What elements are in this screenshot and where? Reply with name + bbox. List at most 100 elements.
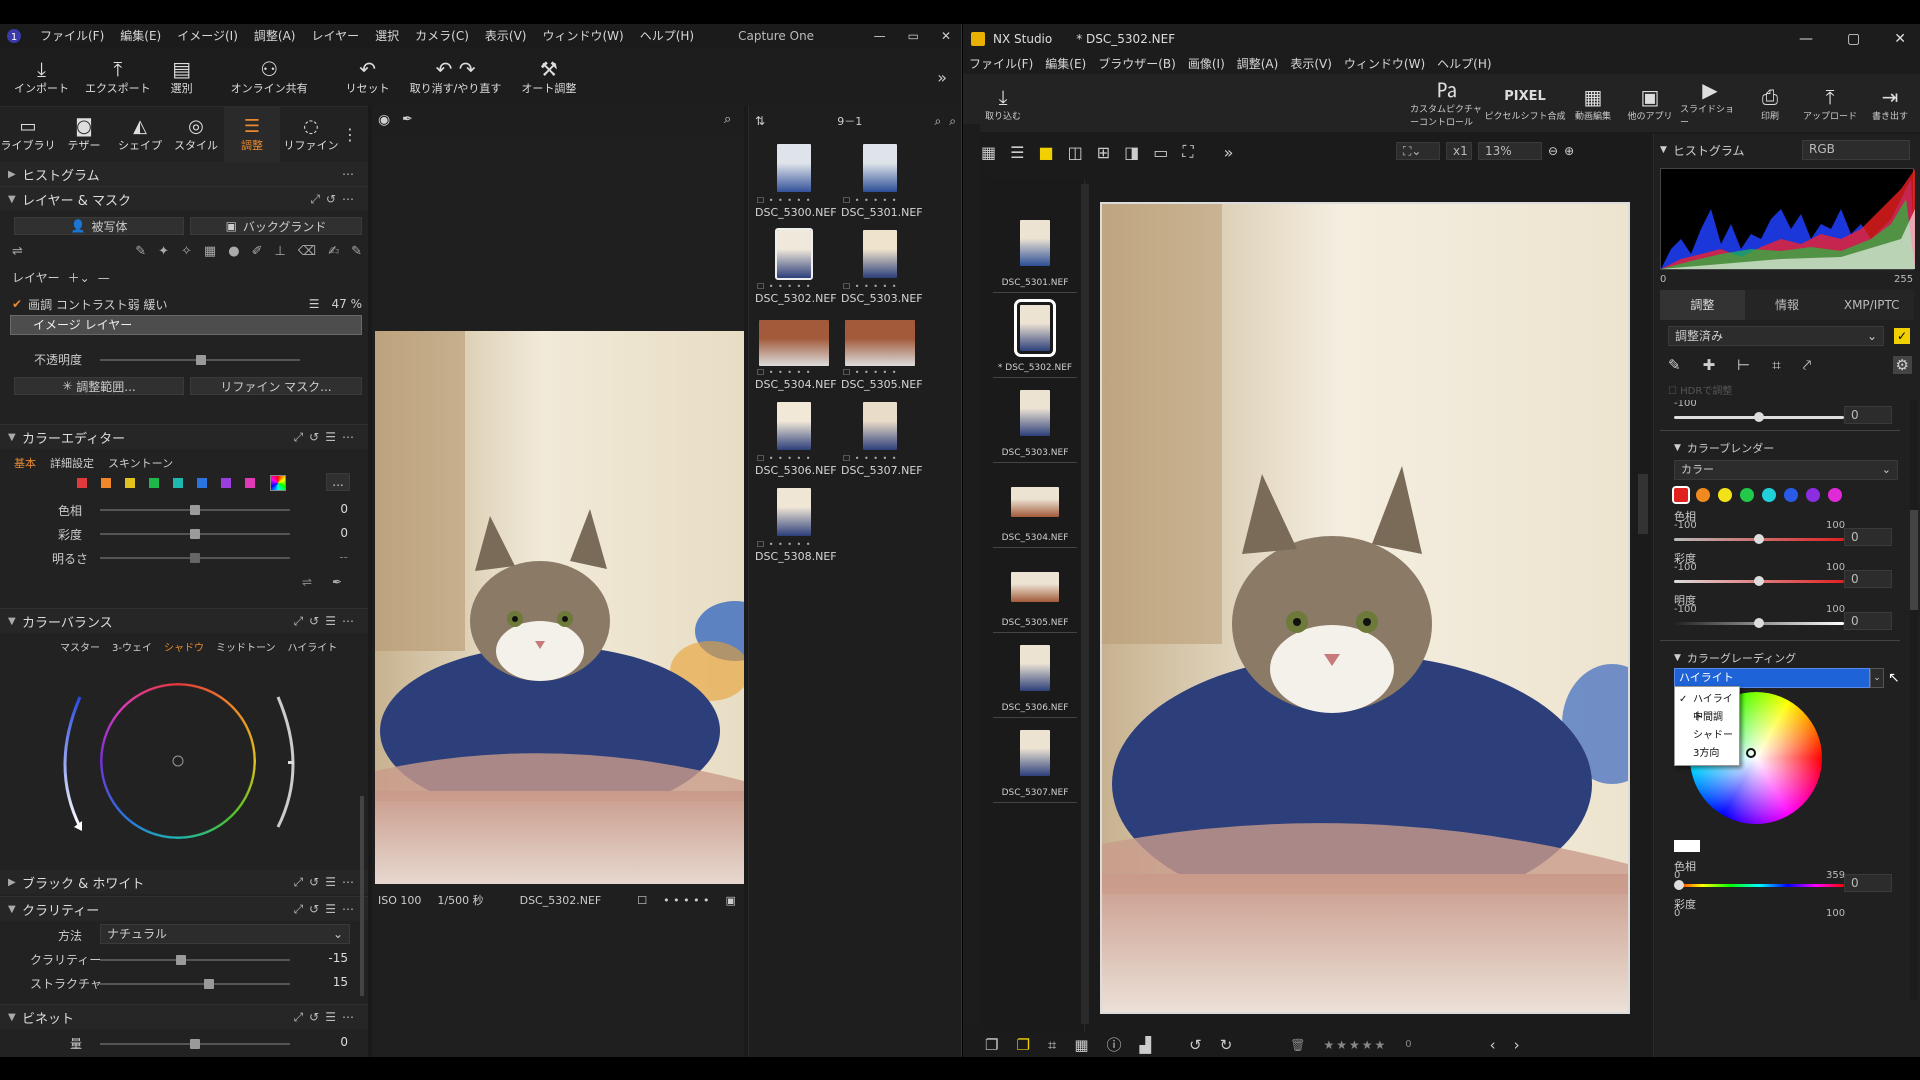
perspective-icon[interactable]: ⤤	[1803, 356, 1811, 374]
blender-hue-slider[interactable]	[1674, 534, 1844, 544]
color-wheel[interactable]	[60, 667, 300, 867]
right-collapse-handle[interactable]	[1638, 474, 1648, 534]
expand-toolbar-icon[interactable]: »	[1224, 143, 1234, 162]
filmstrip-item[interactable]: DSC_5306.NEF	[985, 637, 1085, 722]
cull-button[interactable]: ▤ 選別	[161, 48, 203, 106]
thumbnail-image[interactable]	[863, 402, 897, 450]
color-swatch[interactable]	[124, 477, 136, 489]
hue-slider[interactable]	[100, 505, 290, 515]
hdr-checkbox[interactable]: ☐ HDRで調整	[1668, 382, 1732, 397]
tab-style[interactable]: ◎ スタイル	[168, 107, 224, 163]
saturation-knob[interactable]	[190, 529, 200, 539]
multi-view-icon[interactable]: ⊞	[1097, 143, 1110, 162]
thumbnail-cell[interactable]: ☐ • • • • • DSC_5308.NEF	[755, 486, 841, 572]
top-slider[interactable]	[1674, 412, 1844, 422]
filter-search-icon[interactable]: ⌕	[935, 114, 942, 129]
thumbnail-image[interactable]	[777, 144, 811, 192]
blender-color-dot[interactable]	[1672, 486, 1690, 504]
filmstrip-item[interactable]: DSC_5303.NEF	[985, 382, 1085, 467]
retouch-brush-icon[interactable]: ✎	[1668, 356, 1681, 374]
clarity-value[interactable]: -15	[300, 951, 348, 965]
adjust-icon[interactable]: ⇌	[12, 244, 23, 259]
nx-minimize-icon[interactable]: —	[1799, 31, 1813, 47]
panel-tools-icon[interactable]: ⤢↺⋯	[310, 192, 360, 207]
thumbnail-cell[interactable]: ☐ • • • • • DSC_5307.NEF	[841, 400, 927, 486]
color-picker-icon[interactable]: ✒	[332, 575, 342, 589]
sort-icon[interactable]: ⇅	[755, 114, 765, 128]
fit-button[interactable]: ⛶⌄	[1396, 142, 1440, 160]
c1-menu-camera[interactable]: カメラ(C)	[407, 24, 477, 48]
lightness-value[interactable]: --	[300, 550, 348, 564]
color-swatch[interactable]	[196, 477, 208, 489]
eraser-icon[interactable]: ⌫	[298, 244, 316, 259]
tab-highlight[interactable]: ハイライト	[287, 639, 337, 654]
adjust-icon[interactable]: ⇌	[302, 575, 312, 589]
wheel-handle[interactable]	[1746, 748, 1756, 758]
auto-adjust-button[interactable]: ⚒ オート調整	[511, 48, 586, 106]
color-swatch[interactable]	[244, 477, 256, 489]
vignette-value[interactable]: 0	[300, 1035, 348, 1049]
other-apps-button[interactable]: ▣ 他のアプリ	[1620, 74, 1680, 132]
tab-library[interactable]: ▭ ライブラリ	[0, 107, 56, 163]
vignette-knob[interactable]	[190, 1039, 200, 1049]
trash-icon[interactable]: 🗑	[1290, 1038, 1305, 1052]
export-button[interactable]: ⇥ 書き出す	[1860, 74, 1920, 132]
zoom-out-icon[interactable]: ⊖	[1548, 144, 1558, 158]
single-view-icon[interactable]: ■	[1038, 143, 1053, 162]
stack-icon[interactable]: ❐	[985, 1036, 998, 1054]
blender-bright-slider[interactable]	[1674, 618, 1844, 628]
tab-skintone[interactable]: スキントーン	[108, 455, 173, 471]
blender-sat-slider[interactable]	[1674, 576, 1844, 586]
refine-mask-button[interactable]: リファイン マスク...	[190, 377, 362, 395]
color-editor-header[interactable]: ▼ カラーエディター ⤢↺☰⋯	[0, 425, 368, 449]
export-button[interactable]: ⤒ エクスポート	[75, 48, 161, 106]
close-icon[interactable]: ✕	[941, 29, 951, 43]
blender-color-dot[interactable]	[1696, 488, 1710, 502]
option-highlight[interactable]: ✓ ハイライト	[1675, 691, 1741, 723]
color-tag-icon[interactable]: ▣	[726, 894, 736, 907]
nx-menu-browser[interactable]: ブラウザー(B)	[1092, 54, 1182, 74]
blender-color-dot[interactable]	[1718, 488, 1732, 502]
nx-menu-help[interactable]: ヘルプ(H)	[1431, 54, 1497, 74]
checkbox-checked-icon[interactable]: ✔	[12, 297, 22, 311]
zoom-x1[interactable]: x1	[1446, 142, 1472, 160]
thumbnail-image[interactable]	[775, 228, 813, 280]
tab-info[interactable]: 情報	[1744, 290, 1830, 320]
reset-button[interactable]: ↶ リセット	[336, 48, 400, 106]
filmstrip-item[interactable]: DSC_5304.NEF	[985, 467, 1085, 552]
thumbnail-image[interactable]	[777, 402, 811, 450]
nx-close-icon[interactable]: ✕	[1894, 31, 1906, 47]
panel-tools-icon[interactable]: ⤢↺☰⋯	[294, 430, 360, 445]
zoom-in-icon[interactable]: ⊕	[1564, 144, 1574, 158]
zoom-icon[interactable]: ⌕	[724, 112, 731, 127]
select-icon[interactable]: ❐	[1016, 1036, 1029, 1054]
maximize-icon[interactable]: ▭	[908, 29, 919, 43]
thumbnail-rating[interactable]: ☐ • • • • •	[843, 368, 897, 377]
more-icon[interactable]: ⋯	[342, 167, 360, 181]
brush-icon[interactable]: ✎	[135, 244, 146, 259]
thumbnail-rating[interactable]: ☐ • • • • •	[843, 196, 897, 205]
more-vertical-icon[interactable]: ⋮	[342, 125, 368, 144]
color-swatch[interactable]	[172, 477, 184, 489]
radial-icon[interactable]: ●	[228, 244, 239, 259]
layer-settings-icon[interactable]: ☰	[309, 297, 320, 311]
image-layer-row[interactable]: イメージ レイヤー	[10, 315, 362, 335]
blender-sat-knob[interactable]	[1754, 576, 1764, 586]
magic-brush-icon[interactable]: ✦	[158, 244, 169, 259]
thumbnail-rating[interactable]: ☐ • • • • •	[843, 282, 897, 291]
c1-menu-view[interactable]: 表示(V)	[477, 24, 535, 48]
thumbnail-image[interactable]	[777, 488, 811, 536]
thumbnail-cell[interactable]: ☐ • • • • • DSC_5301.NEF	[841, 142, 927, 228]
left-collapse-bar[interactable]	[963, 124, 980, 1024]
blender-sat-value[interactable]: 0	[1844, 570, 1892, 588]
filmstrip-item[interactable]: DSC_5305.NEF	[985, 552, 1085, 637]
filmstrip-item[interactable]: * DSC_5302.NEF	[985, 297, 1085, 382]
filmstrip-thumbnail[interactable]	[1014, 299, 1056, 357]
panel-tools-icon[interactable]: ⤢↺☰⋯	[294, 902, 360, 917]
list-view-icon[interactable]: ☰	[1010, 143, 1024, 162]
toolbar-overflow-icon[interactable]: »	[937, 68, 961, 87]
clarity-slider[interactable]	[100, 955, 290, 965]
filmstrip-item[interactable]: DSC_5301.NEF	[985, 212, 1085, 297]
undo-redo-button[interactable]: ↶ ↷ 取り消す/やり直す	[400, 48, 512, 106]
blender-color-dot[interactable]	[1762, 488, 1776, 502]
